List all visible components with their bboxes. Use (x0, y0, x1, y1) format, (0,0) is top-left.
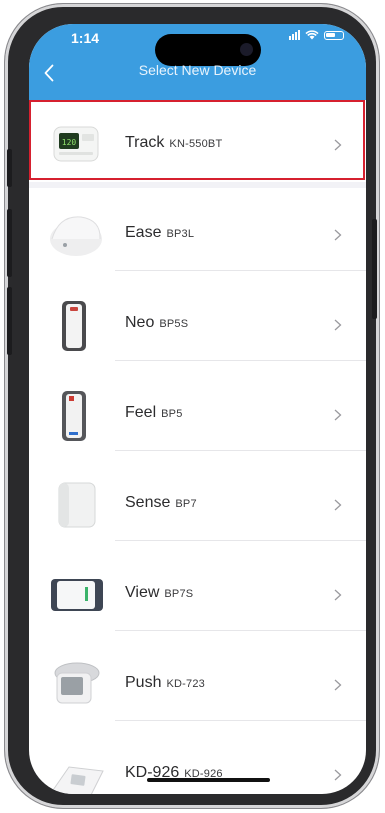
chevron-right-icon (334, 229, 342, 241)
ease-device-image (50, 216, 102, 256)
device-row-ease[interactable]: Ease BP3L (29, 190, 366, 280)
row-divider (115, 630, 366, 631)
device-name: Ease (125, 224, 162, 241)
power-button (372, 219, 377, 319)
front-camera (240, 43, 253, 56)
row-divider (115, 450, 366, 451)
chevron-right-icon (334, 769, 342, 781)
silent-switch (7, 149, 12, 187)
chevron-right-icon (334, 499, 342, 511)
device-name: Feel (125, 404, 157, 421)
phone-frame: 1:14 Select New Device 120 Track KN-550B… (5, 4, 379, 808)
device-name: Neo (125, 314, 155, 331)
chevron-right-icon (334, 319, 342, 331)
device-name: View (125, 584, 160, 601)
status-time: 1:14 (71, 30, 100, 46)
battery-icon (324, 30, 344, 40)
device-row-kd-926[interactable]: KD-926 KD-926 (29, 730, 366, 794)
device-model: BP5S (159, 318, 189, 330)
device-model: KD-723 (166, 678, 205, 690)
row-divider (115, 540, 366, 541)
wifi-icon (305, 30, 319, 40)
device-model: BP7 (175, 498, 197, 510)
kd-926-device-image (50, 766, 104, 794)
section-divider (29, 182, 366, 188)
device-model: BP7S (164, 588, 194, 600)
app-header: 1:14 Select New Device (29, 24, 366, 100)
device-model: BP3L (166, 228, 195, 240)
phone-screen: 1:14 Select New Device 120 Track KN-550B… (29, 24, 366, 794)
row-divider (115, 720, 366, 721)
chevron-right-icon (334, 679, 342, 691)
device-row-view[interactable]: View BP7S (29, 550, 366, 640)
push-device-image (54, 662, 100, 704)
view-device-image (51, 579, 103, 611)
sense-device-image (58, 482, 96, 528)
device-name: Sense (125, 494, 171, 511)
chevron-right-icon (334, 409, 342, 421)
device-model: BP5 (161, 408, 183, 420)
neo-device-image (62, 301, 86, 351)
page-title: Select New Device (138, 62, 257, 78)
device-row-sense[interactable]: Sense BP7 (29, 460, 366, 550)
feel-device-image (62, 391, 86, 441)
status-icons (289, 30, 344, 40)
device-row-push[interactable]: Push KD-723 (29, 640, 366, 730)
row-divider (115, 270, 366, 271)
row-divider (115, 360, 366, 361)
device-name: Push (125, 674, 162, 691)
volume-down-button (7, 287, 12, 355)
selection-highlight (29, 100, 365, 180)
home-indicator[interactable] (147, 778, 270, 782)
device-row-feel[interactable]: Feel BP5 (29, 370, 366, 460)
chevron-right-icon (334, 589, 342, 601)
cellular-signal-icon (289, 30, 300, 40)
device-row-neo[interactable]: Neo BP5S (29, 280, 366, 370)
volume-up-button (7, 209, 12, 277)
